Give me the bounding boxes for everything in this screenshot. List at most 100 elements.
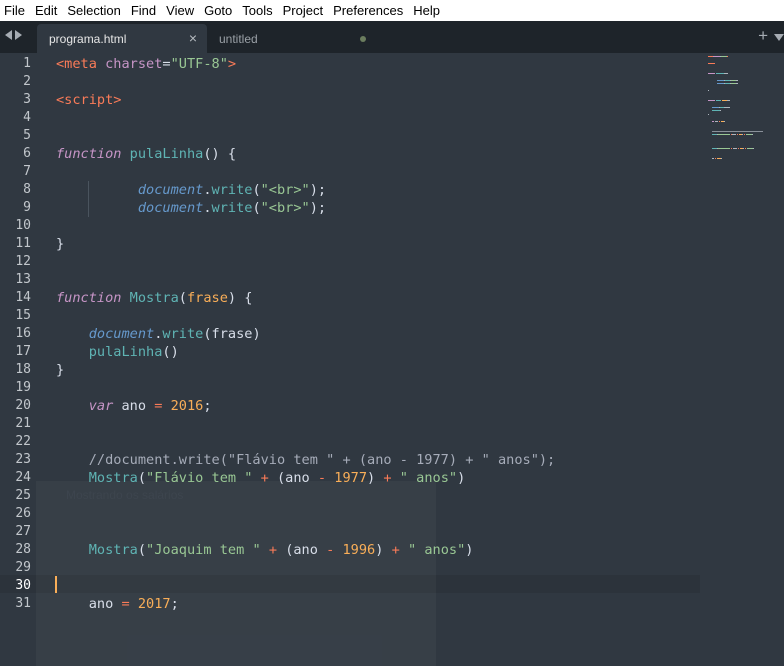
menu-selection[interactable]: Selection xyxy=(62,0,125,21)
minimap-token xyxy=(753,147,754,149)
close-tab-icon[interactable]: × xyxy=(189,30,197,46)
code-token: write xyxy=(211,200,253,216)
line-number: 28 xyxy=(15,542,31,557)
tab-prev-icon[interactable] xyxy=(5,30,12,40)
tab-label: programa.html xyxy=(49,31,127,46)
code-line: <script> xyxy=(56,91,696,109)
code-token: write xyxy=(211,182,253,198)
code-token: "Joaquim tem " xyxy=(146,542,269,558)
code-token: pulaLinha xyxy=(88,344,163,360)
tab-label: untitled xyxy=(219,31,258,46)
code-line: document.write("<br>"); xyxy=(56,199,696,217)
menu-tools[interactable]: Tools xyxy=(237,0,277,21)
code-token: 2017 xyxy=(137,596,171,612)
code-token: "Flávio tem " xyxy=(146,470,261,486)
code-area[interactable]: <meta charset="UTF-8"> <script> function p… xyxy=(56,55,696,613)
tabs-dropdown-icon[interactable] xyxy=(774,34,784,41)
line-number: 1 xyxy=(23,56,31,71)
minimap-token xyxy=(717,79,725,81)
menu-find[interactable]: Find xyxy=(126,0,161,21)
tab-next-icon[interactable] xyxy=(15,30,22,40)
code-token: + xyxy=(383,470,400,486)
code-token: function xyxy=(56,146,130,162)
code-token: "UTF-8" xyxy=(170,56,228,72)
minimap-token xyxy=(724,73,728,74)
minimap-token xyxy=(726,100,730,102)
code-token: ( xyxy=(137,542,147,558)
menu-help[interactable]: Help xyxy=(408,0,445,21)
code-token: ); xyxy=(309,182,327,198)
line-number: 21 xyxy=(15,416,31,431)
code-token: = xyxy=(154,398,171,414)
new-tab-icon[interactable]: + xyxy=(758,26,768,46)
tab-nav-arrows[interactable] xyxy=(5,30,22,40)
code-token: <meta xyxy=(56,56,106,72)
editor-pane[interactable]: Mostrando os salários 1 2 3 4 5 6 7 8 9 10 11 12 13 1… xyxy=(0,53,784,613)
code-token: ) xyxy=(375,542,392,558)
line-number: 2 xyxy=(23,74,31,89)
code-token: document xyxy=(137,200,204,216)
menu-goto[interactable]: Goto xyxy=(199,0,237,21)
code-line: function Mostra(frase) { xyxy=(56,289,696,307)
tab-untitled[interactable]: untitled xyxy=(207,24,372,53)
minimap-token xyxy=(719,110,722,112)
code-token: "<br>" xyxy=(260,200,310,216)
code-token: document xyxy=(137,182,204,198)
code-token: " anos" xyxy=(407,542,466,558)
code-token: var xyxy=(88,398,122,414)
minimap-token xyxy=(711,158,715,159)
code-token: charset xyxy=(105,56,163,72)
minimap-token xyxy=(708,73,716,74)
code-token: ( xyxy=(178,290,187,306)
menu-project[interactable]: Project xyxy=(278,0,328,21)
unsaved-dot-icon[interactable] xyxy=(360,36,366,42)
menu-bar: File Edit Selection Find View Goto Tools Projec… xyxy=(0,0,784,21)
minimap-token xyxy=(752,134,754,136)
code-token: write xyxy=(162,326,204,342)
minimap-token xyxy=(724,107,731,108)
menu-edit[interactable]: Edit xyxy=(30,0,62,21)
minimap-token xyxy=(720,158,722,159)
minimap[interactable] xyxy=(704,53,784,183)
line-number: 12 xyxy=(15,254,31,269)
minimap-token xyxy=(708,90,709,91)
code-token: + xyxy=(260,470,277,486)
line-number: 7 xyxy=(23,164,31,179)
line-number: 30 xyxy=(15,578,31,593)
menu-preferences[interactable]: Preferences xyxy=(328,0,408,21)
code-token: - xyxy=(326,542,343,558)
line-number: 13 xyxy=(15,272,31,287)
minimap-token xyxy=(735,79,738,81)
code-token: ) { xyxy=(227,290,253,306)
code-token: - xyxy=(317,470,335,486)
line-number: 20 xyxy=(15,398,31,413)
code-line: ano = 2017; xyxy=(56,595,696,613)
line-number: 17 xyxy=(15,344,31,359)
menu-view[interactable]: View xyxy=(161,0,199,21)
minimap-token xyxy=(717,83,725,85)
code-token: Mostra xyxy=(129,290,179,306)
line-number: 24 xyxy=(15,470,31,485)
code-token: } xyxy=(56,236,65,252)
code-line: <meta charset="UTF-8"> xyxy=(56,55,696,73)
code-token: ( xyxy=(137,470,147,486)
tab-programa-html[interactable]: programa.html × xyxy=(37,24,207,53)
line-number: 23 xyxy=(15,452,31,467)
code-line: document.write(frase) xyxy=(56,325,696,343)
menu-file[interactable]: File xyxy=(0,0,30,21)
